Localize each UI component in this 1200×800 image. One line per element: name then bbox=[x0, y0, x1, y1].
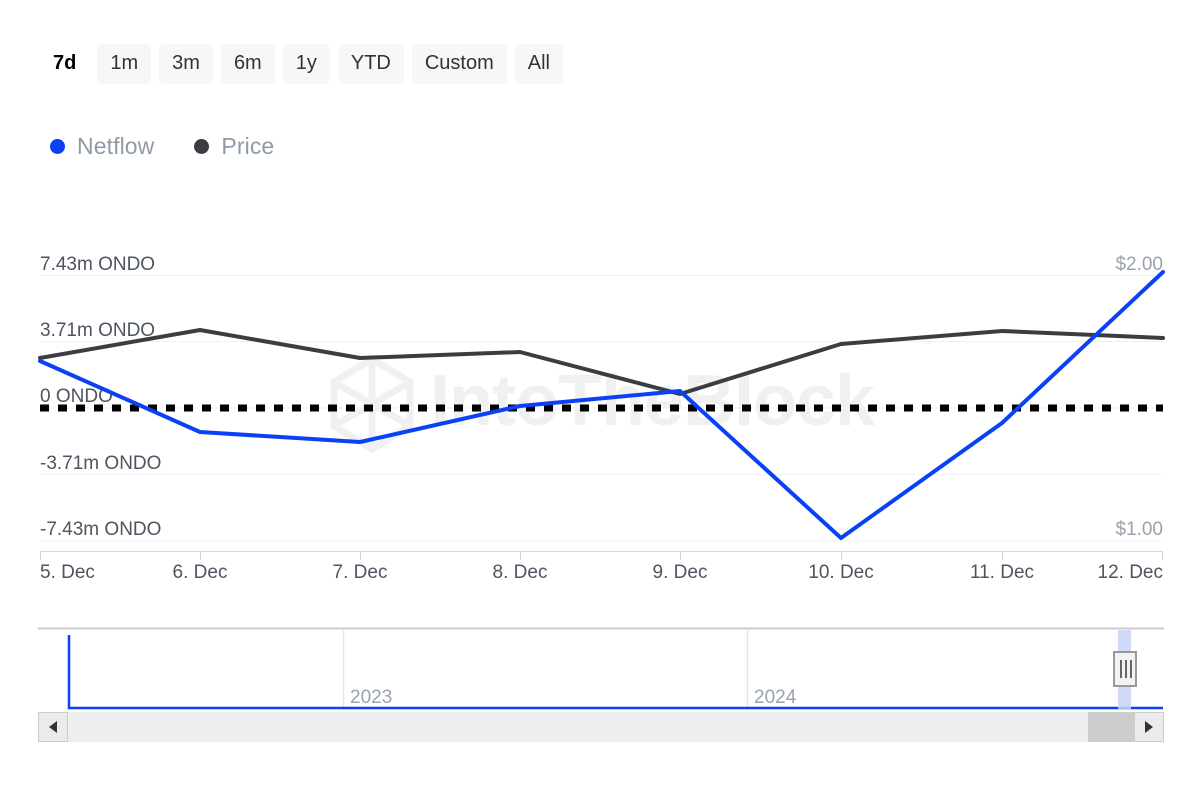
svg-text:-7.43m ONDO: -7.43m ONDO bbox=[40, 519, 161, 540]
range-button-ytd[interactable]: YTD bbox=[338, 44, 404, 84]
chart-container: IntoTheBlock 7.43m ONDO 3.71m ONDO 0 OND… bbox=[0, 0, 1200, 800]
triangle-left-icon bbox=[49, 721, 57, 733]
x-axis-labels: 5. Dec 6. Dec 7. Dec 8. Dec 9. Dec 10. D… bbox=[40, 562, 1163, 583]
watermark-text: IntoTheBlock bbox=[430, 361, 876, 441]
y-axis-right-labels: $2.00 $1.00 bbox=[1115, 254, 1163, 540]
series-line-netflow bbox=[40, 272, 1163, 538]
svg-text:$1.00: $1.00 bbox=[1115, 519, 1163, 540]
netflow-price-chart: IntoTheBlock 7.43m ONDO 3.71m ONDO 0 OND… bbox=[0, 0, 1200, 800]
navigator[interactable]: 2023 2024 bbox=[38, 629, 1164, 711]
svg-text:12. Dec: 12. Dec bbox=[1098, 562, 1163, 583]
gridlines-horizontal bbox=[40, 276, 1163, 542]
x-axis-ticks bbox=[41, 551, 1163, 560]
svg-text:$2.00: $2.00 bbox=[1115, 254, 1163, 275]
navigator-handle-right[interactable] bbox=[1114, 652, 1136, 686]
svg-text:-3.71m ONDO: -3.71m ONDO bbox=[40, 453, 161, 474]
scrollbar-track[interactable] bbox=[38, 712, 1164, 742]
intotheblock-logo-icon bbox=[334, 359, 410, 449]
range-button-3m[interactable]: 3m bbox=[159, 44, 213, 84]
series-line-price bbox=[40, 330, 1163, 394]
range-button-7d[interactable]: 7d bbox=[40, 44, 89, 84]
legend-label-netflow: Netflow bbox=[77, 133, 154, 160]
range-button-1y[interactable]: 1y bbox=[283, 44, 330, 84]
legend-marker-netflow-icon bbox=[50, 139, 65, 154]
legend-item-netflow[interactable]: Netflow bbox=[50, 133, 154, 160]
legend-label-price: Price bbox=[221, 133, 274, 160]
triangle-right-icon bbox=[1145, 721, 1153, 733]
navigator-year-label-2023: 2023 bbox=[350, 687, 392, 708]
range-selector: 7d 1m 3m 6m 1y YTD Custom All bbox=[40, 44, 563, 84]
grip-handle-icon bbox=[1121, 660, 1131, 678]
svg-text:3.71m ONDO: 3.71m ONDO bbox=[40, 320, 155, 341]
navigator-gridlines bbox=[344, 629, 748, 710]
legend-item-price[interactable]: Price bbox=[194, 133, 274, 160]
navigator-selection-band[interactable] bbox=[1118, 630, 1131, 710]
svg-text:6. Dec: 6. Dec bbox=[173, 562, 228, 583]
svg-text:0 ONDO: 0 ONDO bbox=[40, 386, 113, 407]
range-button-1m[interactable]: 1m bbox=[97, 44, 151, 84]
watermark: IntoTheBlock bbox=[334, 359, 876, 449]
scrollbar-button-right[interactable] bbox=[1134, 712, 1164, 742]
range-button-6m[interactable]: 6m bbox=[221, 44, 275, 84]
y-axis-left-labels: 7.43m ONDO 3.71m ONDO 0 ONDO -3.71m ONDO… bbox=[40, 254, 161, 540]
range-button-custom[interactable]: Custom bbox=[412, 44, 507, 84]
scrollbar-thumb[interactable] bbox=[1088, 712, 1134, 742]
svg-text:11. Dec: 11. Dec bbox=[970, 562, 1034, 583]
chart-legend: Netflow Price bbox=[50, 133, 274, 160]
svg-text:8. Dec: 8. Dec bbox=[493, 562, 548, 583]
range-button-all[interactable]: All bbox=[515, 44, 563, 84]
svg-text:7. Dec: 7. Dec bbox=[333, 562, 388, 583]
legend-marker-price-icon bbox=[194, 139, 209, 154]
navigator-year-label-2024: 2024 bbox=[754, 687, 797, 708]
svg-text:10. Dec: 10. Dec bbox=[808, 562, 873, 583]
scrollbar-button-left[interactable] bbox=[38, 712, 68, 742]
svg-text:5. Dec: 5. Dec bbox=[40, 562, 95, 583]
navigator-scrollbar[interactable] bbox=[38, 712, 1164, 742]
svg-text:9. Dec: 9. Dec bbox=[653, 562, 708, 583]
navigator-series-line bbox=[69, 635, 1163, 708]
svg-text:7.43m ONDO: 7.43m ONDO bbox=[40, 254, 155, 275]
